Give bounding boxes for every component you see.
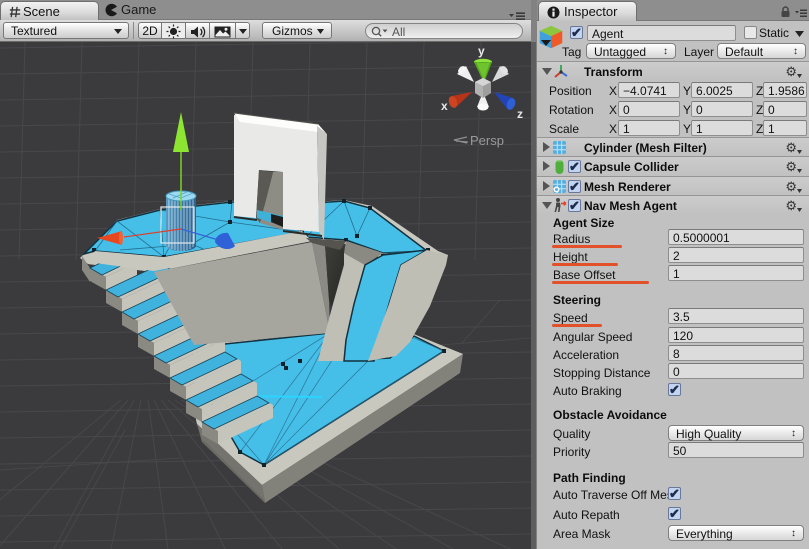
svg-text:x: x [441,99,448,113]
svg-text:Persp: Persp [470,133,504,148]
svg-text:z: z [517,107,523,121]
svg-text:y: y [478,44,485,58]
